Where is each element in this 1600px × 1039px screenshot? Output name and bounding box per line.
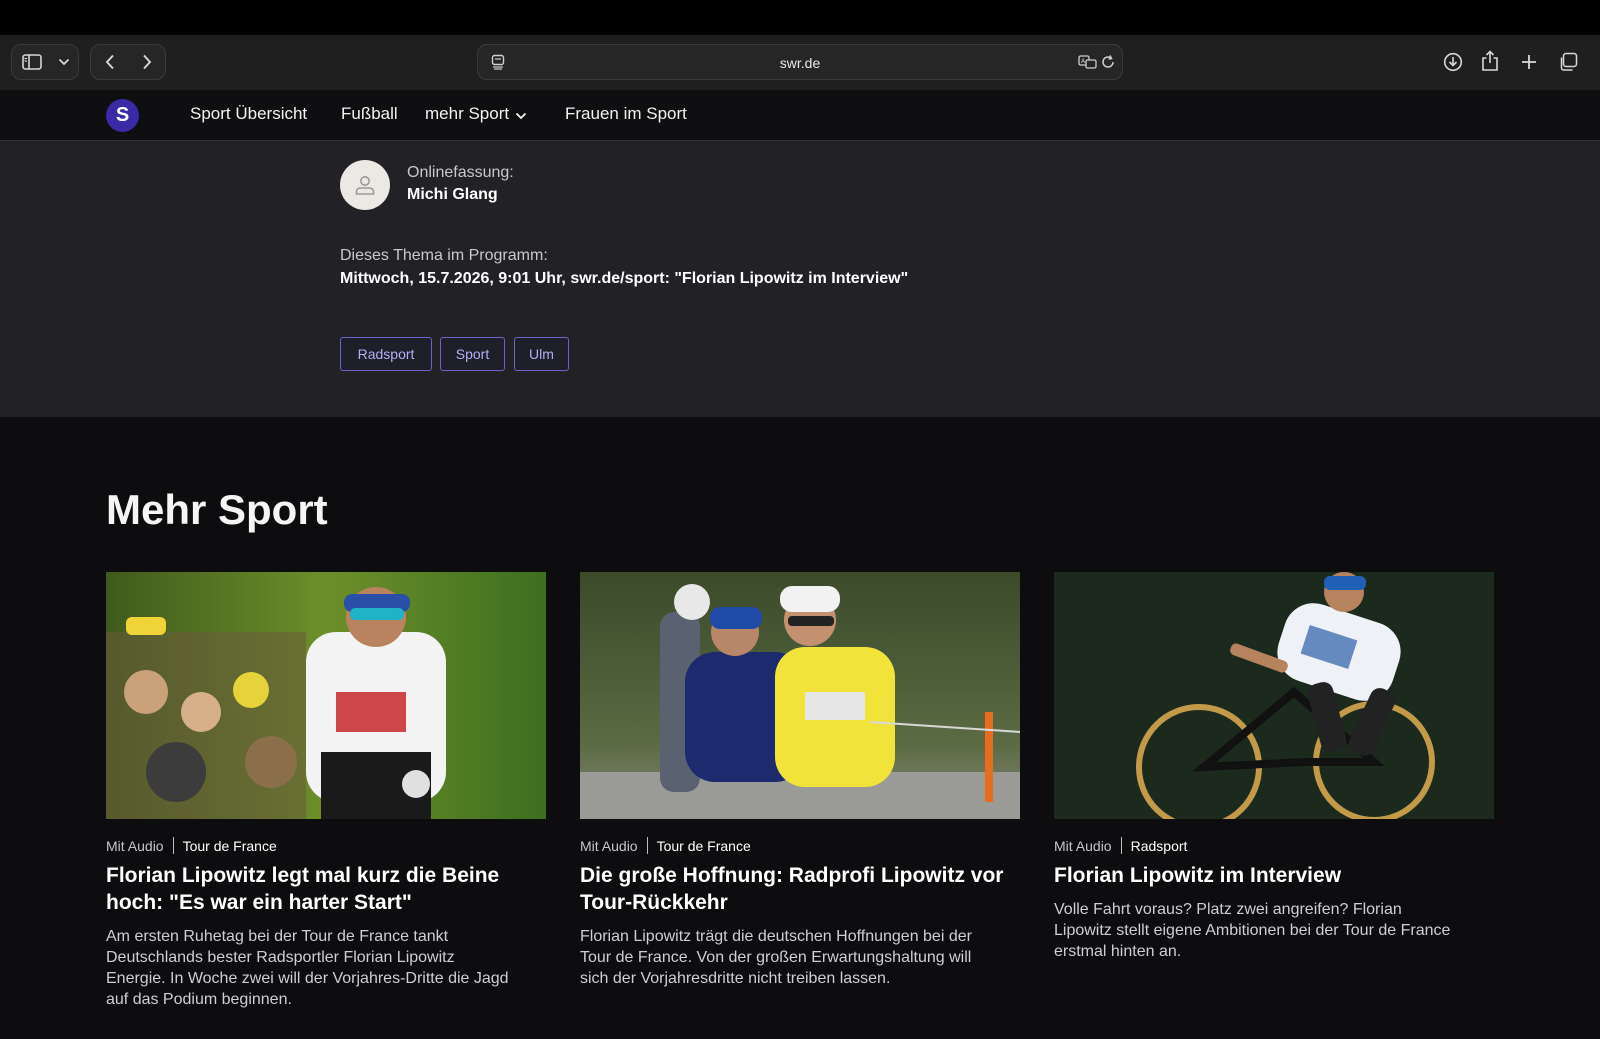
tag-radsport[interactable]: Radsport: [340, 337, 432, 371]
url-text: swr.de: [779, 55, 821, 71]
sidebar-toggle-group: [11, 44, 79, 80]
divider: [172, 837, 174, 854]
tab-overview-icon[interactable]: [1558, 52, 1578, 77]
teaser-image[interactable]: [580, 572, 1020, 819]
tag-ulm[interactable]: Ulm: [514, 337, 569, 371]
back-icon[interactable]: [91, 45, 128, 79]
teaser-title[interactable]: Florian Lipowitz im Interview: [1054, 862, 1494, 889]
teaser-meta: Mit Audio Tour de France: [580, 837, 1020, 854]
person-icon: [355, 176, 375, 195]
teaser-meta: Mit Audio Radsport: [1054, 837, 1494, 854]
new-tab-icon[interactable]: [1520, 53, 1538, 76]
svg-text:A: A: [1081, 58, 1086, 65]
translate-icon[interactable]: A: [1078, 54, 1098, 75]
chevron-down-icon[interactable]: [52, 45, 76, 79]
share-icon[interactable]: [1481, 50, 1499, 77]
browser-toolbar: swr.de A: [0, 35, 1600, 90]
nav-item-mehr-sport[interactable]: mehr Sport: [425, 104, 527, 125]
download-icon[interactable]: [1443, 52, 1463, 77]
author-name: Michi Glang: [407, 186, 498, 203]
article-footer: Onlinefassung: Michi Glang Dieses Thema …: [0, 141, 1600, 417]
teaser-card[interactable]: Mit Audio Tour de France Florian Lipowitz…: [106, 572, 546, 1010]
forward-icon[interactable]: [128, 45, 165, 79]
nav-item-frauen-im-sport[interactable]: Frauen im Sport: [565, 104, 687, 124]
nav-item-mehr-sport-label: mehr Sport: [425, 104, 510, 123]
swr-sport-logo[interactable]: S: [106, 99, 139, 132]
tag-sport[interactable]: Sport: [440, 337, 505, 371]
teaser-text: Florian Lipowitz trägt die deutschen Hof…: [580, 928, 972, 987]
teaser-category: Radsport: [1130, 838, 1188, 854]
teaser-title[interactable]: Die große Hoffnung: Radprofi Lipowitz vo…: [580, 862, 1020, 916]
audio-label: Mit Audio: [1054, 838, 1112, 854]
address-bar[interactable]: swr.de A: [477, 44, 1123, 80]
teaser-image[interactable]: [106, 572, 546, 819]
audio-label: Mit Audio: [580, 838, 638, 854]
divider: [646, 837, 648, 854]
teaser-category: Tour de France: [182, 838, 277, 854]
chevron-down-icon: [515, 105, 527, 125]
teaser-meta: Mit Audio Tour de France: [106, 837, 546, 854]
teaser-title[interactable]: Florian Lipowitz legt mal kurz die Beine…: [106, 862, 546, 916]
divider: [1120, 837, 1122, 854]
teaser-text: Volle Fahrt voraus? Platz zwei angreifen…: [1054, 901, 1451, 960]
history-nav-group: [90, 44, 166, 80]
nav-item-sport-uebersicht[interactable]: Sport Übersicht: [190, 104, 307, 124]
section-title: Mehr Sport: [106, 486, 328, 533]
teaser-card[interactable]: Mit Audio Radsport Florian Lipowitz im In…: [1054, 572, 1494, 962]
teaser-card[interactable]: Mit Audio Tour de France Die große Hoffnu…: [580, 572, 1020, 989]
program-label: Dieses Thema im Programm:: [340, 247, 548, 264]
teaser-category: Tour de France: [656, 838, 751, 854]
audio-label: Mit Audio: [106, 838, 164, 854]
site-navigation: S Sport Übersicht Fußball mehr Sport Fra…: [0, 90, 1600, 141]
sidebar-icon[interactable]: [12, 45, 52, 79]
nav-item-fussball[interactable]: Fußball: [341, 104, 398, 124]
author-label: Onlinefassung:: [407, 164, 514, 181]
top-bezel: [0, 0, 1600, 35]
teaser-image[interactable]: [1054, 572, 1494, 819]
reload-icon[interactable]: [1100, 54, 1116, 75]
author-avatar: [340, 160, 390, 210]
teaser-text: Am ersten Ruhetag bei der Tour de France…: [106, 928, 509, 1008]
program-value: Mittwoch, 15.7.2026, 9:01 Uhr, swr.de/sp…: [340, 270, 909, 287]
